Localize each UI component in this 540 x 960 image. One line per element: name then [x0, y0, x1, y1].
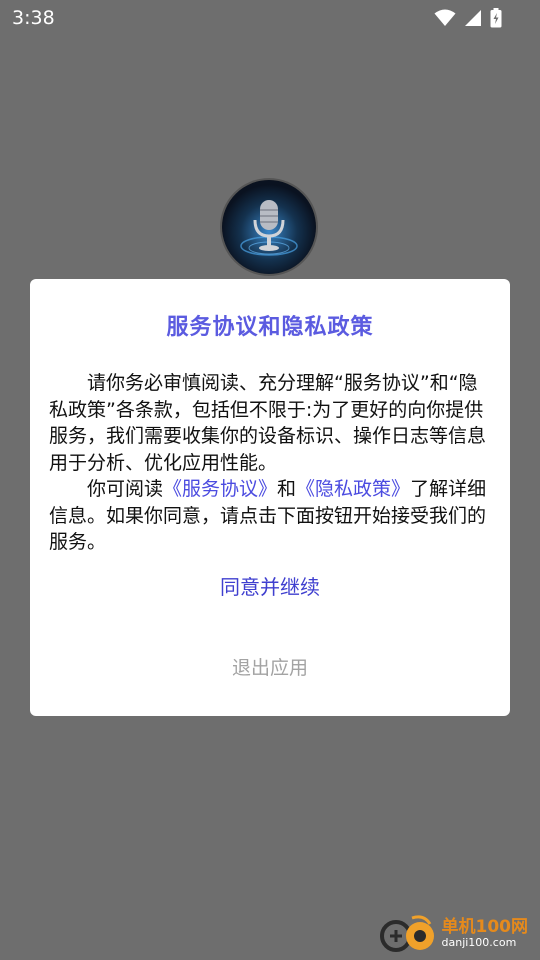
- service-agreement-link[interactable]: 《服务协议》: [163, 478, 277, 500]
- status-icons: [434, 8, 502, 28]
- watermark: 单机100网 danji100.com: [378, 912, 529, 956]
- status-time: 3:38: [12, 7, 55, 29]
- dialog-paragraph-2: 你可阅读《服务协议》和《隐私政策》了解详细信息。如果你同意，请点击下面按钮开始接…: [49, 476, 491, 556]
- battery-charging-icon: [490, 8, 502, 28]
- status-bar: 3:38: [0, 0, 540, 36]
- wifi-icon: [434, 9, 456, 26]
- dialog-paragraph-1: 请你务必审慎阅读、充分理解“服务协议”和“隐私政策”各条款，包括但不限于:为了更…: [49, 372, 487, 474]
- watermark-name: 单机100网: [441, 917, 529, 938]
- privacy-dialog: 服务协议和隐私政策 请你务必审慎阅读、充分理解“服务协议”和“隐私政策”各条款，…: [30, 279, 510, 716]
- dialog-title: 服务协议和隐私政策: [166, 315, 374, 340]
- watermark-logo-icon: [379, 915, 434, 952]
- app-logo: [222, 180, 316, 274]
- watermark-domain: danji100.com: [441, 936, 517, 950]
- privacy-policy-link[interactable]: 《隐私政策》: [296, 478, 410, 500]
- microphone-icon: [222, 180, 316, 274]
- exit-app-button[interactable]: 退出应用: [30, 653, 510, 680]
- agree-continue-button[interactable]: 同意并继续: [30, 571, 510, 600]
- cellular-signal-icon: [465, 10, 481, 26]
- paragraph2-prefix: 你可阅读: [87, 478, 164, 500]
- paragraph2-and: 和: [277, 478, 297, 500]
- dialog-body: 请你务必审慎阅读、充分理解“服务协议”和“隐私政策”各条款，包括但不限于:为了更…: [49, 370, 491, 556]
